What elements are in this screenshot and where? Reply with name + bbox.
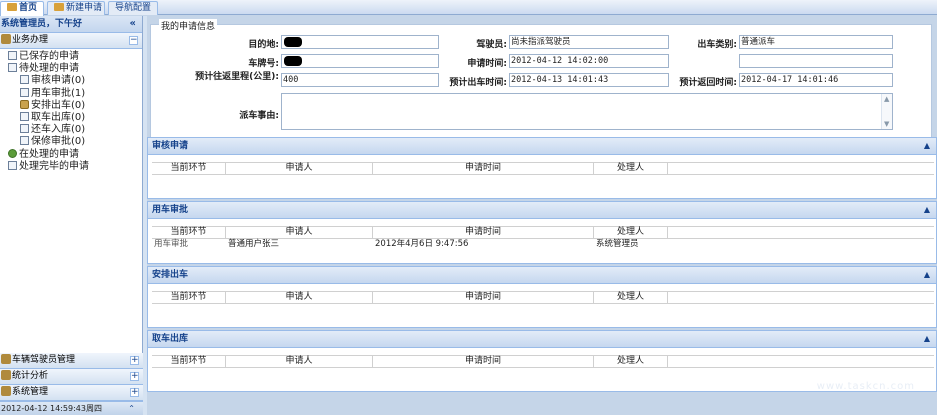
tree-item-processing[interactable]: 在处理的申请 <box>0 148 142 161</box>
destination-label: 目的地: <box>248 40 279 50</box>
greeting-text: 系统管理员，下午好 <box>1 19 83 29</box>
review-grid: 当前环节 申请人 申请时间 处理人 <box>152 162 934 175</box>
business-tree: 已保存的申请 待处理的申请 审核申请(0) 用车审批(1) 安排出车(0) 取车… <box>0 49 142 337</box>
accordion-business[interactable]: 业务办理 − <box>0 33 142 49</box>
chevron-up-icon[interactable]: ⌃ <box>128 402 135 415</box>
question-icon <box>8 148 17 158</box>
status-time: 2012-04-12 14:59:43周四 <box>1 404 102 413</box>
fieldset-legend: 我的申请信息 <box>159 19 218 32</box>
driver-label: 驾驶员: <box>476 40 507 50</box>
est-mileage-label: 预计往返里程(公里): <box>195 72 279 82</box>
est-return-field[interactable]: 2012-04-17 14:01:46 <box>739 73 893 87</box>
tab-bar: 首页 新建申请 导航配置 <box>0 0 937 16</box>
folder-icon <box>8 63 17 73</box>
tree-item-review[interactable]: 审核申请(0) <box>0 75 142 87</box>
panel-review: 审核申请 ▲ 当前环节 申请人 申请时间 处理人 <box>147 137 937 199</box>
watermark-text: www.taskcn.com <box>816 381 915 392</box>
est-depart-field[interactable]: 2012-04-13 14:01:43 <box>509 73 669 87</box>
form-icon <box>20 87 29 97</box>
grid-header-row: 当前环节 申请人 申请时间 处理人 <box>152 227 934 239</box>
form-icon <box>8 51 17 60</box>
destination-field[interactable] <box>281 35 439 49</box>
gear-icon <box>1 386 11 396</box>
approval-grid: 当前环节 申请人 申请时间 处理人 用车审批 普通用户张三 2012年4月6日 … <box>152 226 934 250</box>
tab-home[interactable]: 首页 <box>0 1 44 16</box>
dispatch-type-field[interactable]: 普通派车 <box>739 35 893 49</box>
tree-item-pending[interactable]: 待处理的申请 <box>0 63 142 75</box>
chart-icon <box>1 370 11 380</box>
car-icon <box>1 354 11 364</box>
scroll-up-icon[interactable]: ▲ <box>884 95 889 103</box>
accordion-statistics[interactable]: 统计分析 + <box>0 369 143 385</box>
collapse-panel-icon[interactable]: ▲ <box>924 267 930 283</box>
est-mileage-field[interactable]: 400 <box>281 73 439 87</box>
tree-item-repair[interactable]: 保修审批(0) <box>0 136 142 148</box>
scroll-down-icon[interactable]: ▼ <box>884 120 889 128</box>
panel-dispatch: 安排出车 ▲ 当前环节 申请人 申请时间 处理人 <box>147 266 937 328</box>
home-icon <box>7 3 17 11</box>
panel-header[interactable]: 审核申请 ▲ <box>148 138 936 155</box>
pickup-grid: 当前环节 申请人 申请时间 处理人 <box>152 355 934 368</box>
form-icon <box>20 124 29 134</box>
apply-time-label: 申请时间: <box>467 59 507 69</box>
new-doc-icon <box>54 3 64 11</box>
sidebar-bottom: 车辆驾驶员管理 + 统计分析 + 系统管理 + 2012-04-12 14:59… <box>0 353 143 415</box>
car-icon <box>1 34 11 44</box>
plate-label: 车牌号: <box>248 59 279 69</box>
car-icon <box>20 99 29 109</box>
empty-field[interactable] <box>739 54 893 68</box>
panel-approval: 用车审批 ▲ 当前环节 申请人 申请时间 处理人 用车审批 普通用户张三 201… <box>147 201 937 264</box>
table-row[interactable]: 用车审批 普通用户张三 2012年4月6日 9:47:56 系统管理员 <box>152 239 934 250</box>
tree-item-approval[interactable]: 用车审批(1) <box>0 87 142 100</box>
panel-header[interactable]: 取车出库 ▲ <box>148 331 936 348</box>
main-content: 我的申请信息 目的地: 驾驶员: 尚未指派驾驶员 出车类别: 普通派车 车牌号:… <box>147 16 937 415</box>
expand-section-button[interactable]: + <box>130 356 139 365</box>
tree-item-saved[interactable]: 已保存的申请 <box>0 51 142 63</box>
collapse-panel-icon[interactable]: ▲ <box>924 202 930 218</box>
grid-header-row: 当前环节 申请人 申请时间 处理人 <box>152 356 934 368</box>
accordion-system[interactable]: 系统管理 + <box>0 385 143 401</box>
tab-nav-config[interactable]: 导航配置 <box>108 1 158 15</box>
collapse-panel-icon[interactable]: ▲ <box>924 331 930 347</box>
apply-time-field[interactable]: 2012-04-12 14:02:00 <box>509 54 669 68</box>
form-icon <box>20 136 29 146</box>
sidebar-header: 系统管理员，下午好 « <box>0 16 142 33</box>
form-icon <box>8 160 17 170</box>
panel-header[interactable]: 用车审批 ▲ <box>148 202 936 219</box>
form-icon <box>20 75 29 85</box>
form-icon <box>20 111 29 121</box>
panel-header[interactable]: 安排出车 ▲ <box>148 267 936 284</box>
tree-item-return[interactable]: 还车入库(0) <box>0 124 142 136</box>
tree-item-finished[interactable]: 处理完毕的申请 <box>0 160 142 173</box>
plate-field[interactable] <box>281 54 439 68</box>
collapse-panel-icon[interactable]: ▲ <box>924 138 930 154</box>
sidebar: 系统管理员，下午好 « 业务办理 − 已保存的申请 待处理的申请 审核申请(0)… <box>0 16 143 415</box>
driver-field[interactable]: 尚未指派驾驶员 <box>509 35 669 49</box>
status-bar: 2012-04-12 14:59:43周四 ⌃ <box>0 401 143 415</box>
est-depart-label: 预计出车时间: <box>449 78 507 88</box>
application-info-fieldset: 我的申请信息 目的地: 驾驶员: 尚未指派驾驶员 出车类别: 普通派车 车牌号:… <box>150 19 932 141</box>
tab-new-application[interactable]: 新建申请 <box>47 1 105 15</box>
collapse-sidebar-button[interactable]: « <box>130 16 136 32</box>
est-return-label: 预计返回时间: <box>679 78 737 88</box>
textarea-scrollbar[interactable]: ▲ ▼ <box>881 94 892 129</box>
dispatch-grid: 当前环节 申请人 申请时间 处理人 <box>152 291 934 304</box>
collapse-section-button[interactable]: − <box>129 36 138 45</box>
dispatch-type-label: 出车类别: <box>697 40 737 50</box>
accordion-vehicle-driver[interactable]: 车辆驾驶员管理 + <box>0 353 143 369</box>
grid-header-row: 当前环节 申请人 申请时间 处理人 <box>152 163 934 175</box>
grid-header-row: 当前环节 申请人 申请时间 处理人 <box>152 292 934 304</box>
reason-textarea[interactable]: ▲ ▼ <box>281 93 893 130</box>
tree-item-dispatch[interactable]: 安排出车(0) <box>0 99 142 112</box>
reason-label: 派车事由: <box>239 111 279 121</box>
expand-section-button[interactable]: + <box>130 388 139 397</box>
tree-item-pickup[interactable]: 取车出库(0) <box>0 111 142 124</box>
expand-section-button[interactable]: + <box>130 372 139 381</box>
